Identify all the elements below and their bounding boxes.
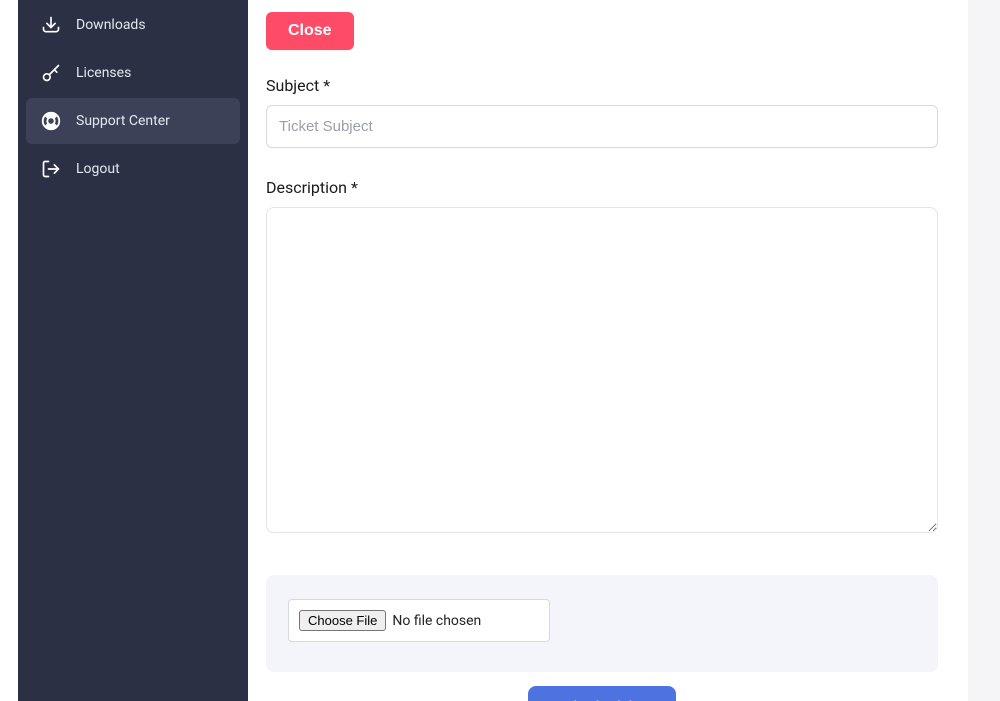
submit-ticket-button[interactable]: Submit Ticket (528, 686, 676, 701)
sidebar-item-logout[interactable]: Logout (26, 146, 240, 192)
subject-label: Subject * (266, 76, 938, 95)
sidebar: Downloads Licenses Sup (18, 0, 248, 701)
description-input[interactable] (266, 207, 938, 533)
subject-input[interactable] (266, 105, 938, 148)
close-button[interactable]: Close (266, 12, 354, 50)
sidebar-item-support-center[interactable]: Support Center (26, 98, 240, 144)
file-upload-panel: Choose File No file chosen (266, 575, 938, 672)
sidebar-item-downloads[interactable]: Downloads (26, 2, 240, 48)
sidebar-item-label: Licenses (76, 65, 131, 81)
lifebuoy-icon (40, 110, 62, 132)
sidebar-item-label: Logout (76, 161, 120, 177)
choose-file-button[interactable]: Choose File (299, 610, 386, 631)
sidebar-item-label: Downloads (76, 17, 146, 33)
description-label: Description * (266, 178, 938, 197)
key-icon (40, 62, 62, 84)
file-input[interactable]: Choose File No file chosen (288, 599, 550, 642)
sidebar-item-label: Support Center (76, 113, 170, 129)
left-gutter (0, 0, 18, 701)
sidebar-item-licenses[interactable]: Licenses (26, 50, 240, 96)
main-content: Close Subject * Description * Choose Fil… (248, 0, 968, 701)
file-status-text: No file chosen (392, 613, 481, 629)
downloads-icon (40, 14, 62, 36)
logout-icon (40, 158, 62, 180)
